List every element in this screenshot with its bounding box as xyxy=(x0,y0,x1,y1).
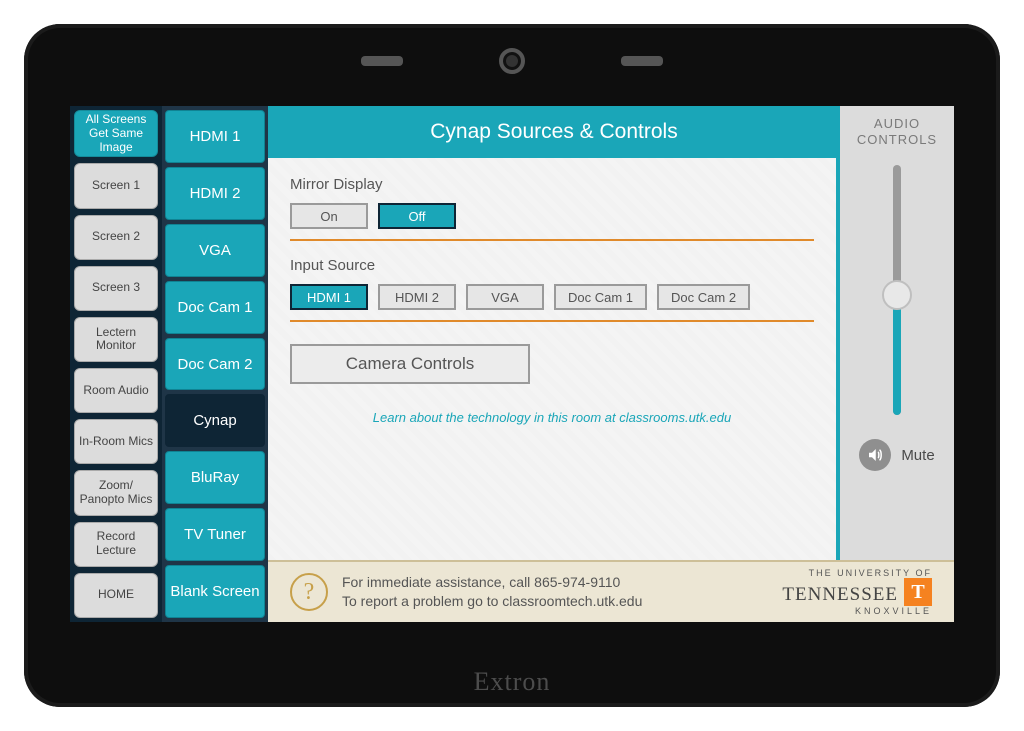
content-area: Mirror Display On Off Input Source HDMI … xyxy=(268,158,840,560)
page-title: Cynap Sources & Controls xyxy=(268,106,840,158)
speaker-icon xyxy=(859,439,891,471)
source-doc-cam-2[interactable]: Doc Cam 2 xyxy=(165,338,265,391)
help-text: For immediate assistance, call 865-974-9… xyxy=(342,573,768,611)
speaker-slot-left xyxy=(361,56,403,66)
audio-title: AUDIOCONTROLS xyxy=(857,116,937,147)
input-hdmi-1[interactable]: HDMI 1 xyxy=(290,284,368,310)
mute-button[interactable]: Mute xyxy=(859,439,934,471)
nav-in-room-mics[interactable]: In-Room Mics xyxy=(74,419,158,464)
source-cynap[interactable]: Cynap xyxy=(165,394,265,447)
source-hdmi-2[interactable]: HDMI 2 xyxy=(165,167,265,220)
source-selector: HDMI 1 HDMI 2 VGA Doc Cam 1 Doc Cam 2 Cy… xyxy=(162,106,268,622)
source-tv-tuner[interactable]: TV Tuner xyxy=(165,508,265,561)
input-hdmi-2[interactable]: HDMI 2 xyxy=(378,284,456,310)
university-logo: THE UNIVERSITY OF TENNESSEE T KNOXVILLE xyxy=(782,568,932,616)
nav-all-screens[interactable]: All Screens Get Same Image xyxy=(74,110,158,157)
source-hdmi-1[interactable]: HDMI 1 xyxy=(165,110,265,163)
device-brand: Extron xyxy=(474,667,551,697)
nav-zoom-panopto-mics[interactable]: Zoom/ Panopto Mics xyxy=(74,470,158,515)
input-source-label: Input Source xyxy=(290,257,814,274)
nav-home[interactable]: HOME xyxy=(74,573,158,618)
touch-screen: All Screens Get Same Image Screen 1 Scre… xyxy=(70,106,954,622)
nav-lectern-monitor[interactable]: Lectern Monitor xyxy=(74,317,158,362)
mirror-display-label: Mirror Display xyxy=(290,176,814,193)
help-icon: ? xyxy=(290,573,328,611)
input-doc-cam-1[interactable]: Doc Cam 1 xyxy=(554,284,647,310)
help-footer: ? For immediate assistance, call 865-974… xyxy=(268,560,954,622)
mute-label: Mute xyxy=(901,447,934,464)
audio-controls-panel: AUDIOCONTROLS Mute xyxy=(840,106,954,560)
main-panel: Cynap Sources & Controls Mirror Display … xyxy=(268,106,840,560)
device-bezel: All Screens Get Same Image Screen 1 Scre… xyxy=(24,24,1000,707)
source-blank-screen[interactable]: Blank Screen xyxy=(165,565,265,618)
slider-thumb[interactable] xyxy=(882,280,912,310)
nav-screen-3[interactable]: Screen 3 xyxy=(74,266,158,311)
nav-screen-1[interactable]: Screen 1 xyxy=(74,163,158,208)
slider-fill xyxy=(893,295,901,415)
source-vga[interactable]: VGA xyxy=(165,224,265,277)
divider xyxy=(290,320,814,322)
mirror-off-button[interactable]: Off xyxy=(378,203,456,229)
divider xyxy=(290,239,814,241)
learn-more-text: Learn about the technology in this room … xyxy=(290,410,814,425)
camera-controls-button[interactable]: Camera Controls xyxy=(290,344,530,384)
front-camera-icon xyxy=(499,48,525,74)
nav-room-audio[interactable]: Room Audio xyxy=(74,368,158,413)
volume-slider[interactable] xyxy=(886,165,908,415)
speaker-slot-right xyxy=(621,56,663,66)
mirror-on-button[interactable]: On xyxy=(290,203,368,229)
screen-destination-nav: All Screens Get Same Image Screen 1 Scre… xyxy=(70,106,162,622)
tennessee-t-icon: T xyxy=(904,578,932,606)
source-doc-cam-1[interactable]: Doc Cam 1 xyxy=(165,281,265,334)
source-bluray[interactable]: BluRay xyxy=(165,451,265,504)
nav-screen-2[interactable]: Screen 2 xyxy=(74,215,158,260)
input-vga[interactable]: VGA xyxy=(466,284,544,310)
nav-record-lecture[interactable]: Record Lecture xyxy=(74,522,158,567)
input-doc-cam-2[interactable]: Doc Cam 2 xyxy=(657,284,750,310)
